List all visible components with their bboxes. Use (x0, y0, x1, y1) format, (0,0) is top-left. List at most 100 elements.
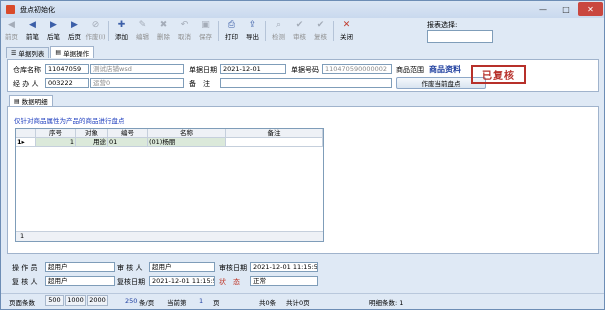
form-icon: ▤ (55, 49, 62, 56)
reviewed-stamp: 已复核 (471, 65, 526, 84)
edit-button[interactable]: ✎ 编辑 (132, 19, 153, 45)
operator-label: 操 作 员 (12, 264, 38, 272)
cell-remark[interactable] (226, 138, 323, 147)
add-button[interactable]: ✚ 添加 (111, 19, 132, 45)
window-title: 盘点初始化 (20, 5, 55, 14)
toolbar-label: 后笔 (47, 33, 60, 41)
operator-field[interactable]: 超用户 (45, 262, 115, 272)
column-header[interactable]: 序号 (36, 129, 76, 138)
remark-label: 备 注 (189, 80, 210, 88)
report-select-label: 报表选择: (427, 21, 458, 29)
close-window-button[interactable]: ✕ (578, 2, 603, 16)
toolbar-label: 取消 (178, 33, 191, 41)
column-header[interactable]: 对象 (76, 129, 108, 138)
add-icon: ✚ (117, 20, 126, 30)
first-page-button[interactable]: ◀ 前页 (1, 19, 22, 45)
scope-value: 商品资料 (429, 65, 461, 74)
audit-date-field[interactable]: 2021-12-01 11:15:5 (250, 262, 318, 272)
remark-field[interactable] (220, 78, 392, 88)
per-page-unit: 条/页 (139, 299, 155, 307)
next-record-icon: ▶ (50, 20, 57, 30)
cell-seq[interactable]: 1 (36, 138, 76, 147)
cell-object[interactable]: 用途 (76, 138, 108, 147)
close-button[interactable]: ✕ 关闭 (336, 19, 357, 45)
tab-document-list[interactable]: ☰ 单据列表 (6, 47, 50, 58)
export-button[interactable]: ⇪ 导出 (242, 19, 263, 45)
next-record-button[interactable]: ▶ 后笔 (43, 19, 64, 45)
export-icon: ⇪ (248, 20, 257, 30)
toolbar-label: 导出 (246, 33, 259, 41)
status-field[interactable]: 正常 (250, 276, 318, 286)
status-bar: 页面条数 500 1000 2000 250 条/页 当前第 1 页 共0条 共… (1, 293, 604, 309)
handler-label: 经 办 人 (13, 80, 39, 88)
toolbar-separator (108, 21, 109, 41)
warehouse-name-label: 仓库名称 (13, 66, 41, 74)
warehouse-name-field[interactable]: 测试店铺wsd (90, 64, 184, 74)
cell-code[interactable]: 01 (108, 138, 148, 147)
prev-record-button[interactable]: ◀ 前笔 (22, 19, 43, 45)
status-label: 状 态 (219, 278, 240, 286)
toolbar-label: 打印 (225, 33, 238, 41)
check-icon: ⌕ (275, 20, 282, 30)
review-button[interactable]: ✔ 复核 (310, 19, 331, 45)
edit-icon: ✎ (138, 20, 147, 30)
column-header[interactable]: 名称 (148, 129, 226, 138)
tab-document-operation[interactable]: ▤ 单据操作 (50, 46, 95, 58)
toolbar-label: 后页 (68, 33, 81, 41)
report-select-input[interactable] (427, 30, 493, 43)
first-page-icon: ◀ (8, 20, 15, 30)
save-button[interactable]: ▣ 保存 (195, 19, 216, 45)
total-pages: 共计0页 (286, 299, 310, 307)
column-header[interactable]: 编号 (108, 129, 148, 138)
close-icon: ✕ (342, 20, 351, 30)
row-indicator[interactable]: 1▸ (16, 138, 36, 147)
warehouse-code-field[interactable]: 11047059 (45, 64, 89, 74)
auditor-label: 审 核 人 (117, 264, 143, 272)
document-no-field[interactable]: 110470590000002 (322, 64, 392, 74)
cancel-icon: ↶ (180, 20, 189, 30)
main-tabs: ☰ 单据列表 ▤ 单据操作 (6, 46, 95, 58)
review-date-field[interactable]: 2021-12-01 11:15:5 (149, 276, 215, 286)
toolbar-separator (218, 21, 219, 41)
detail-grid[interactable]: 序号 对象 编号 名称 备注 1▸ 1 用途 01 (01)杨丽 1 (15, 128, 324, 242)
minimize-button[interactable]: — (532, 2, 554, 16)
delete-button[interactable]: ✖ 删除 (153, 19, 174, 45)
cancel-button[interactable]: ↶ 取消 (174, 19, 195, 45)
document-no-label: 单据号码 (291, 66, 319, 74)
date-field[interactable]: 2021-12-01 (220, 64, 286, 74)
per-page-value: 250 (125, 297, 138, 305)
handler-code-field[interactable]: 003222 (45, 78, 89, 88)
check-button[interactable]: ⌕ 检测 (268, 19, 289, 45)
detail-panel: 仅针对商品属性为产品的商品进行盘点 序号 对象 编号 名称 备注 1▸ 1 用途… (7, 106, 599, 254)
auditor-field[interactable]: 超用户 (149, 262, 215, 272)
toolbar: ◀ 前页 ◀ 前笔 ▶ 后笔 ▶ 后页 ⊘ 作废(I) ✚ 添加 ✎ 编辑 ✖ 删除 ↶ 取消 ▣ 保存 ⎙ 打印 ⇪ 导出 ⌕… (1, 19, 604, 46)
detail-note: 仅针对商品属性为产品的商品进行盘点 (14, 117, 125, 125)
tab-data-detail[interactable]: ▤ 数据明细 (9, 95, 53, 106)
tab-label: 单据列表 (18, 50, 45, 58)
list-icon: ☰ (11, 49, 17, 57)
page-size-option[interactable]: 1000 (65, 295, 86, 306)
void-button[interactable]: ⊘ 作废(I) (85, 19, 106, 45)
column-header[interactable]: 备注 (226, 129, 323, 138)
review-date-label: 复核日期 (117, 278, 145, 286)
tab-label: 单据操作 (63, 49, 90, 58)
save-icon: ▣ (201, 20, 210, 30)
audit-section: 操 作 员 超用户 审 核 人 超用户 审核日期 2021-12-01 11:1… (7, 259, 599, 287)
print-button[interactable]: ⎙ 打印 (221, 19, 242, 45)
handler-name-field[interactable]: 运营0 (90, 78, 184, 88)
toolbar-label: 作废(I) (85, 33, 106, 41)
cell-name[interactable]: (01)杨丽 (148, 138, 226, 147)
toolbar-label: 检测 (272, 33, 285, 41)
delete-icon: ✖ (159, 20, 168, 30)
maximize-button[interactable]: □ (555, 2, 577, 16)
last-page-button[interactable]: ▶ 后页 (64, 19, 85, 45)
toolbar-separator (333, 21, 334, 41)
review-icon: ✔ (316, 20, 325, 30)
document-header: 仓库名称 11047059 测试店铺wsd 单据日期 2021-12-01 单据… (7, 59, 599, 92)
reviewer-label: 复 核 人 (12, 278, 38, 286)
page-size-option[interactable]: 500 (45, 295, 64, 306)
current-page-value: 1 (199, 297, 204, 305)
page-size-option[interactable]: 2000 (87, 295, 108, 306)
audit-button[interactable]: ✔ 审核 (289, 19, 310, 45)
reviewer-field[interactable]: 超用户 (45, 276, 115, 286)
